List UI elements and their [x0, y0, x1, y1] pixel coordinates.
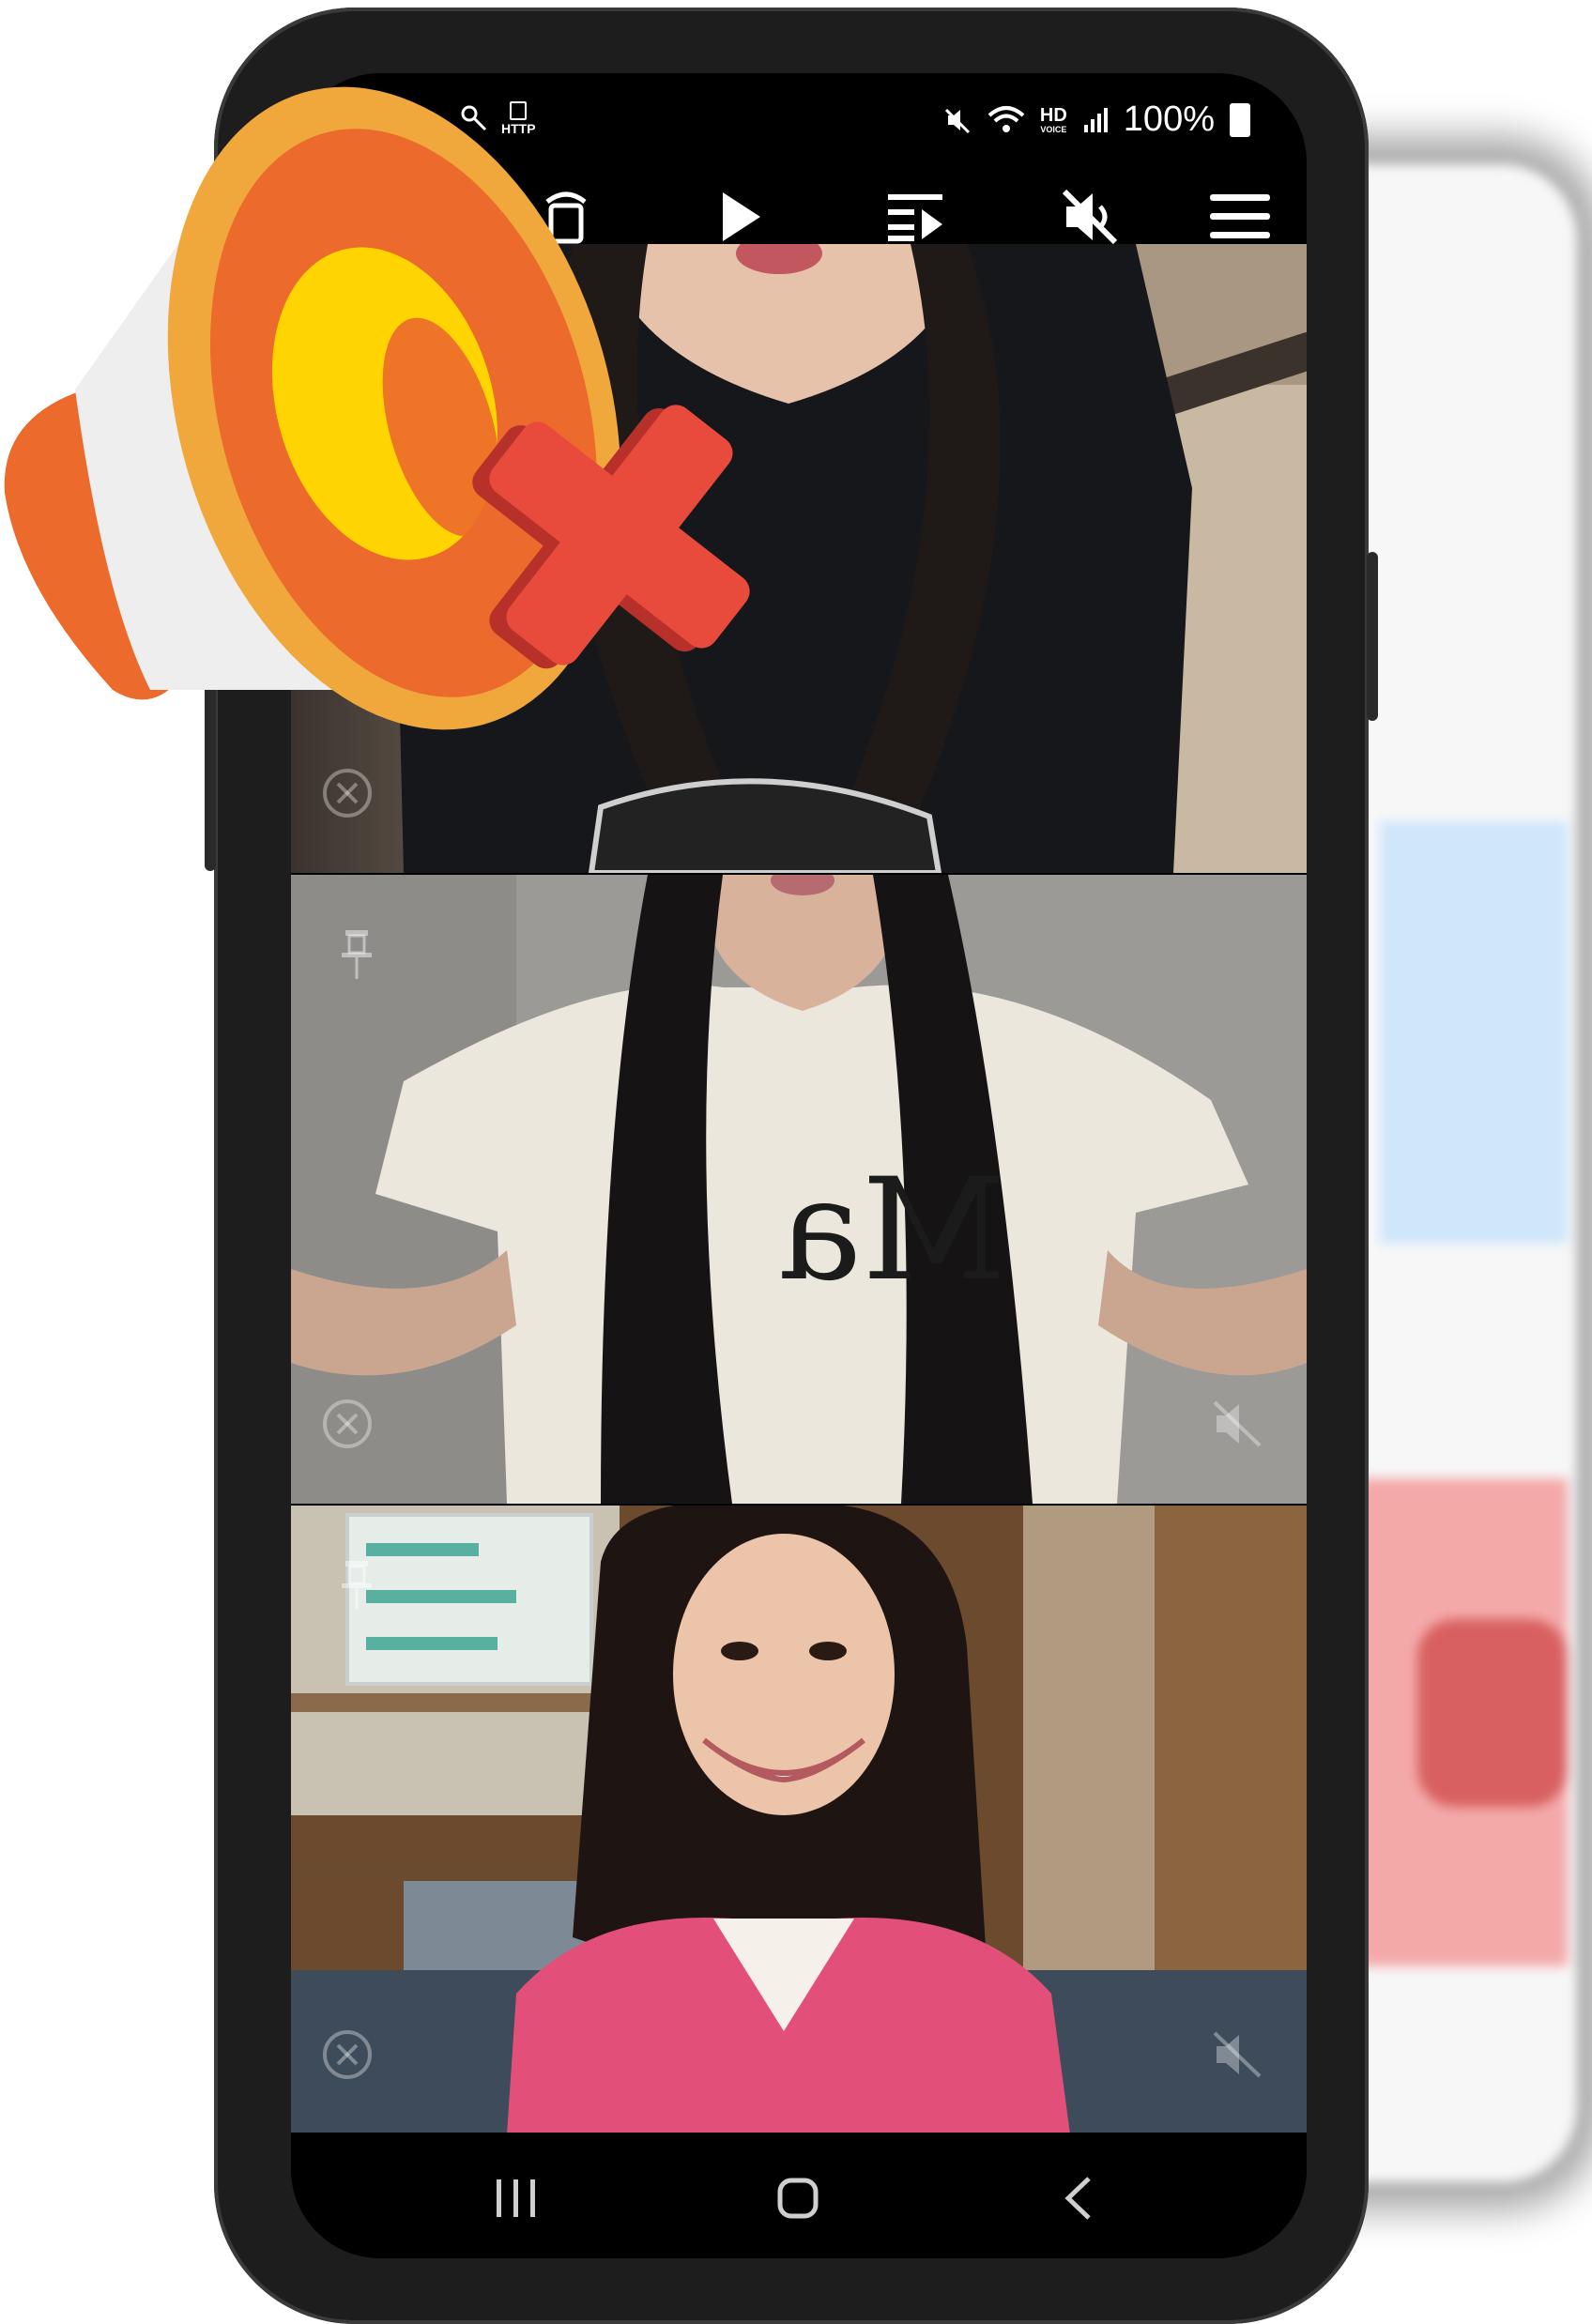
close-tile-button[interactable] [319, 2026, 375, 2083]
video-frame: Ma [291, 875, 1307, 1504]
pin-icon [342, 1561, 372, 1610]
system-nav-bar [291, 2133, 1307, 2258]
mute-icon [1213, 2031, 1262, 2078]
recent-apps-icon [497, 2179, 535, 2217]
voice-label: VOICE [1040, 124, 1067, 134]
close-icon [323, 1399, 372, 1448]
battery-percent: 100% [1123, 99, 1215, 139]
playlist-icon [887, 193, 942, 241]
hd-label: HD [1039, 104, 1067, 126]
wifi-icon [987, 105, 1025, 132]
hd-voice-icon: HD VOICE [1040, 106, 1067, 134]
menu-icon [1209, 193, 1270, 238]
video-frame [291, 1506, 1307, 2134]
megaphone-muted-icon [4, 86, 750, 730]
tile-mute-button[interactable] [1206, 2026, 1272, 2083]
recent-apps-button[interactable] [460, 2151, 573, 2245]
home-button[interactable] [742, 2151, 854, 2245]
pin-tile-button[interactable] [329, 922, 385, 987]
signal-icon [1083, 107, 1108, 132]
background-phone-content [1417, 1619, 1568, 1807]
pin-tile-button[interactable] [329, 1552, 385, 1618]
pin-icon [342, 930, 372, 979]
power-button [1367, 552, 1378, 721]
tile-mute-button[interactable] [1206, 1396, 1272, 1452]
back-icon [1064, 2177, 1091, 2220]
close-icon [323, 2030, 372, 2079]
back-button[interactable] [1023, 2151, 1136, 2245]
battery-icon [1230, 102, 1250, 137]
shirt-print: Ma [778, 1149, 1006, 1312]
mute-icon [944, 108, 970, 133]
close-tile-button[interactable] [319, 1396, 375, 1452]
home-icon [777, 2178, 819, 2219]
background-phone-content [1380, 821, 1568, 1244]
mute-icon [1213, 1400, 1262, 1447]
video-tile-3[interactable] [291, 1506, 1307, 2134]
mute-icon [1062, 189, 1117, 244]
video-tile-2[interactable]: Ma [291, 875, 1307, 1504]
